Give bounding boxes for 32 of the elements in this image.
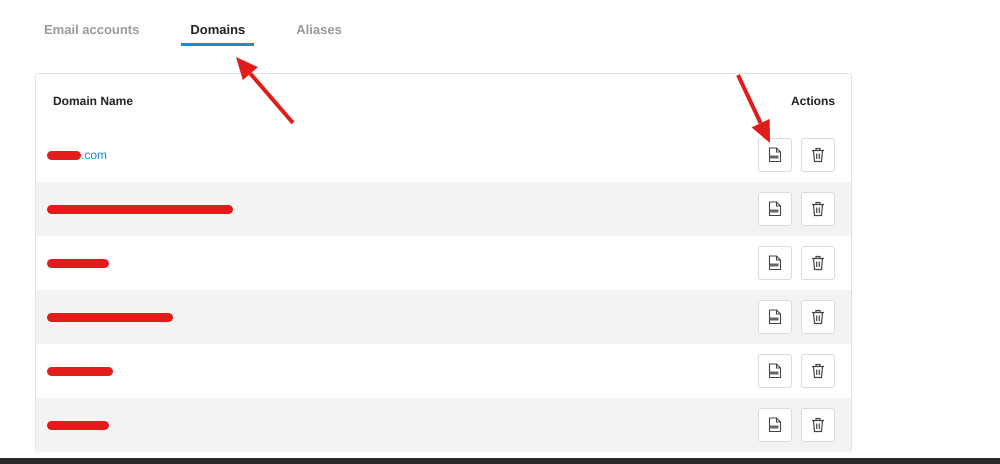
trash-icon <box>811 147 825 163</box>
annotation-arrow <box>236 57 295 124</box>
tab[interactable]: Domains <box>181 0 254 46</box>
dns-button[interactable] <box>758 300 792 334</box>
tab[interactable]: Aliases <box>287 0 351 46</box>
delete-button[interactable] <box>801 246 835 280</box>
delete-button[interactable] <box>801 138 835 172</box>
dns-button[interactable] <box>758 408 792 442</box>
delete-button[interactable] <box>801 354 835 388</box>
dns-button[interactable] <box>758 138 792 172</box>
delete-button[interactable] <box>801 192 835 226</box>
dns-file-icon <box>768 201 782 217</box>
dns-file-icon <box>768 363 782 379</box>
delete-button[interactable] <box>801 408 835 442</box>
dns-file-icon <box>768 255 782 271</box>
delete-button[interactable] <box>801 300 835 334</box>
trash-icon <box>811 309 825 325</box>
dns-button[interactable] <box>758 192 792 226</box>
dns-file-icon <box>768 417 782 433</box>
dns-file-icon <box>768 309 782 325</box>
annotation-arrow <box>736 74 770 143</box>
dns-button[interactable] <box>758 246 792 280</box>
dns-file-icon <box>768 147 782 163</box>
trash-icon <box>811 417 825 433</box>
domain-link[interactable]: .com <box>81 148 108 162</box>
trash-icon <box>811 201 825 217</box>
trash-icon <box>811 255 825 271</box>
tab[interactable]: Email accounts <box>35 0 148 46</box>
trash-icon <box>811 363 825 379</box>
column-header: Actions <box>790 94 835 108</box>
dns-button[interactable] <box>758 354 792 388</box>
column-header: Domain Name <box>53 94 134 108</box>
